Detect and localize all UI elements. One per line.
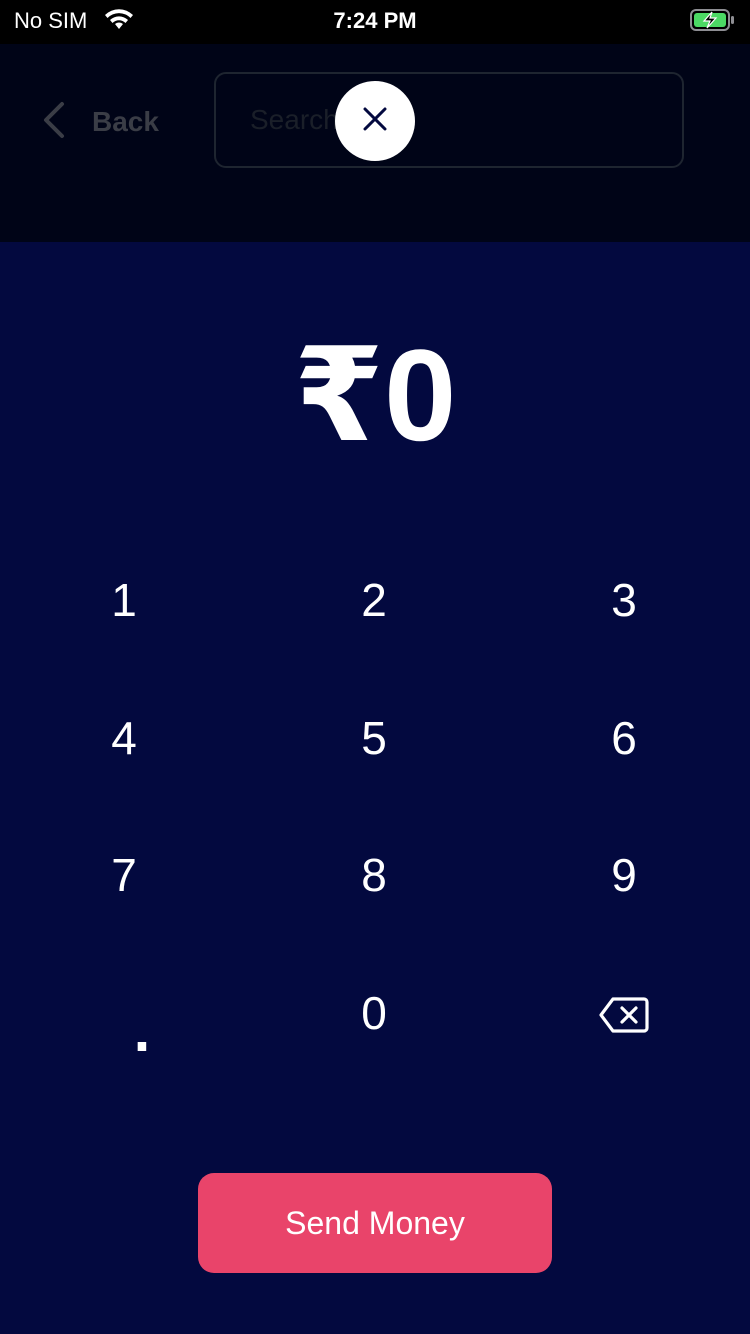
- close-button[interactable]: [335, 81, 415, 161]
- status-bar: No SIM 7:24 PM: [0, 0, 750, 44]
- header: Back Search: [0, 44, 750, 242]
- key-decimal[interactable]: .: [67, 980, 217, 1080]
- key-3[interactable]: 3: [549, 550, 699, 650]
- close-icon: [361, 105, 389, 138]
- send-money-screen: No SIM 7:24 PM Back Search ₹0 1 2 3 4 5 …: [0, 0, 750, 1334]
- key-6[interactable]: 6: [549, 688, 699, 788]
- key-7[interactable]: 7: [49, 825, 199, 925]
- key-1[interactable]: 1: [49, 550, 199, 650]
- back-button[interactable]: Back: [38, 96, 188, 148]
- key-8[interactable]: 8: [299, 825, 449, 925]
- chevron-left-icon: [38, 100, 70, 145]
- key-0[interactable]: 0: [299, 963, 449, 1063]
- key-9[interactable]: 9: [549, 825, 699, 925]
- amount-display: ₹0: [293, 322, 457, 468]
- clock: 7:24 PM: [333, 8, 417, 33]
- key-4[interactable]: 4: [49, 688, 199, 788]
- search-placeholder: Search: [250, 104, 339, 135]
- battery-charging-icon: [690, 8, 736, 38]
- back-label: Back: [92, 106, 159, 137]
- search-input[interactable]: Search: [214, 72, 684, 168]
- backspace-button[interactable]: [549, 968, 699, 1068]
- backspace-icon: [599, 991, 649, 1045]
- key-2[interactable]: 2: [299, 550, 449, 650]
- key-5[interactable]: 5: [299, 688, 449, 788]
- send-money-button[interactable]: Send Money: [198, 1173, 552, 1273]
